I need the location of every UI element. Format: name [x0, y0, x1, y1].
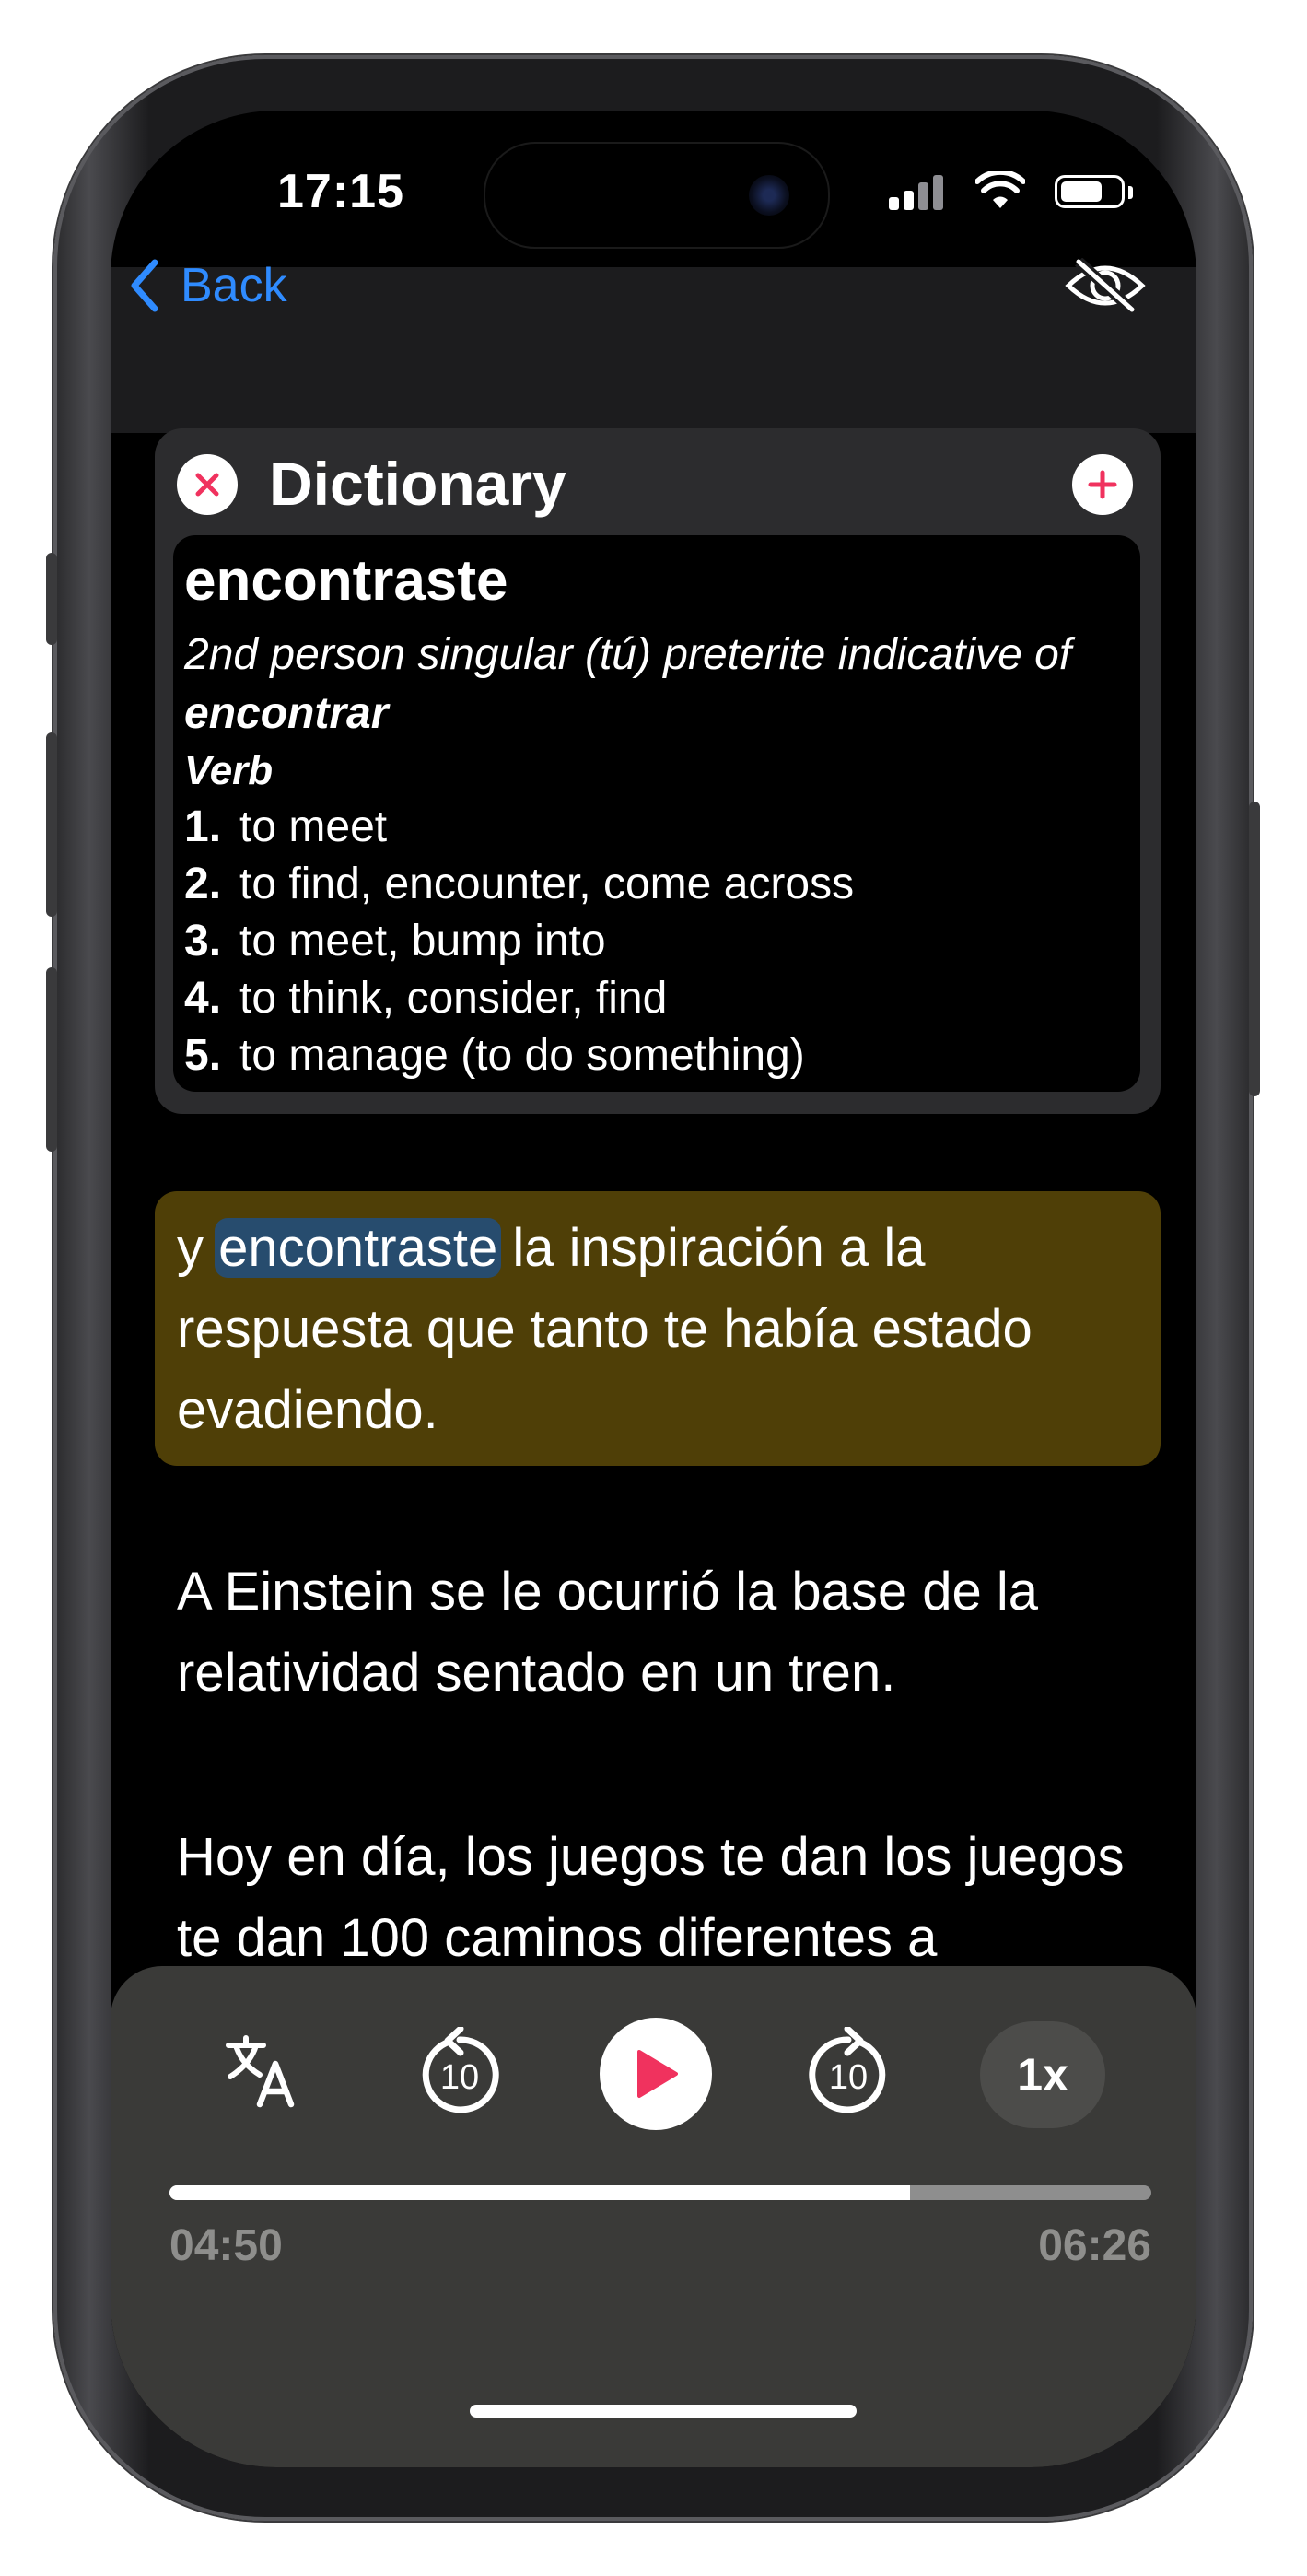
current-sentence[interactable]: y encontraste la inspiración a la respue… [155, 1191, 1161, 1466]
navigation-bar: Back [111, 257, 1196, 433]
definition-number: 3. [184, 917, 222, 966]
dynamic-island [484, 142, 830, 249]
dictionary-title: Dictionary [269, 450, 566, 518]
definition-item: 4. to think, consider, find [184, 970, 1129, 1027]
grammar-info: 2nd person singular (tú) preterite indic… [184, 626, 1129, 744]
wifi-icon [975, 171, 1025, 208]
power-button [1249, 802, 1260, 1096]
front-camera [749, 175, 789, 216]
definition-text: to meet [239, 802, 388, 851]
play-button[interactable] [600, 2018, 712, 2130]
forward-button[interactable]: 10 [803, 2025, 893, 2124]
headword: encontraste [184, 549, 508, 613]
rewind-seconds: 10 [440, 2058, 479, 2097]
transcript-paragraph[interactable]: A Einstein se le ocurrió la base de la r… [177, 1551, 1144, 1714]
definition-number: 2. [184, 860, 222, 908]
volume-up-button [46, 732, 57, 917]
part-of-speech: Verb [184, 748, 274, 793]
play-icon [637, 2050, 678, 2098]
definition-text: to meet, bump into [239, 917, 606, 966]
sentence-text-before: y [177, 1218, 219, 1278]
gobackward-10-icon: 10 [422, 2025, 499, 2113]
home-indicator[interactable] [470, 2405, 857, 2418]
volume-down-button [46, 967, 57, 1152]
battery-nub [1128, 186, 1133, 199]
definition-text: to find, encounter, come across [239, 860, 855, 908]
back-button[interactable]: Back [129, 258, 287, 313]
plus-icon [1088, 470, 1117, 499]
definition-text: to manage (to do something) [239, 1031, 805, 1080]
status-time: 17:15 [277, 165, 404, 218]
dictionary-card: Dictionary encontraste 2nd person singul… [155, 428, 1161, 1114]
goforward-10-icon: 10 [809, 2025, 886, 2113]
audio-player: 10 10 1x 04:50 06:26 [111, 1966, 1196, 2467]
definition-text: to think, consider, find [239, 974, 668, 1023]
action-button [46, 553, 57, 645]
phone-screen: 17:15 Back Dictionary encontraste 2nd pe… [111, 111, 1196, 2467]
back-label: Back [181, 259, 287, 312]
selected-word[interactable]: encontraste [215, 1218, 502, 1278]
translate-button[interactable] [223, 2032, 300, 2114]
close-dictionary-button[interactable] [177, 454, 238, 515]
definition-item: 2. to find, encounter, come across [184, 856, 1129, 913]
definition-list: 1. to meet 2. to find, encounter, come acr… [184, 799, 1129, 1084]
add-word-button[interactable] [1072, 454, 1133, 515]
rewind-button[interactable]: 10 [414, 2025, 505, 2124]
battery-icon [1055, 175, 1125, 208]
eye-slash-icon [1065, 257, 1146, 314]
elapsed-time: 04:50 [169, 2221, 283, 2270]
definition-number: 5. [184, 1031, 222, 1080]
forward-seconds: 10 [829, 2058, 868, 2097]
progress-slider[interactable] [169, 2185, 1151, 2200]
chevron-left-icon [131, 259, 158, 312]
lemma[interactable]: encontrar [184, 689, 388, 738]
translate-icon [226, 2035, 295, 2108]
total-time: 06:26 [1038, 2221, 1151, 2270]
definition-item: 3. to meet, bump into [184, 913, 1129, 970]
cellular-signal-icon [889, 173, 944, 210]
definition-number: 1. [184, 802, 222, 851]
progress-fill [169, 2185, 910, 2200]
grammar-description: 2nd person singular (tú) preterite indic… [184, 630, 1072, 679]
definition-item: 5. to manage (to do something) [184, 1027, 1129, 1084]
definition-item: 1. to meet [184, 799, 1129, 856]
definition-number: 4. [184, 974, 222, 1023]
xmark-icon [195, 473, 219, 497]
playback-speed-button[interactable]: 1x [980, 2021, 1105, 2128]
hide-text-button[interactable] [1064, 257, 1147, 318]
dictionary-entry: encontraste 2nd person singular (tú) pre… [173, 535, 1140, 1092]
